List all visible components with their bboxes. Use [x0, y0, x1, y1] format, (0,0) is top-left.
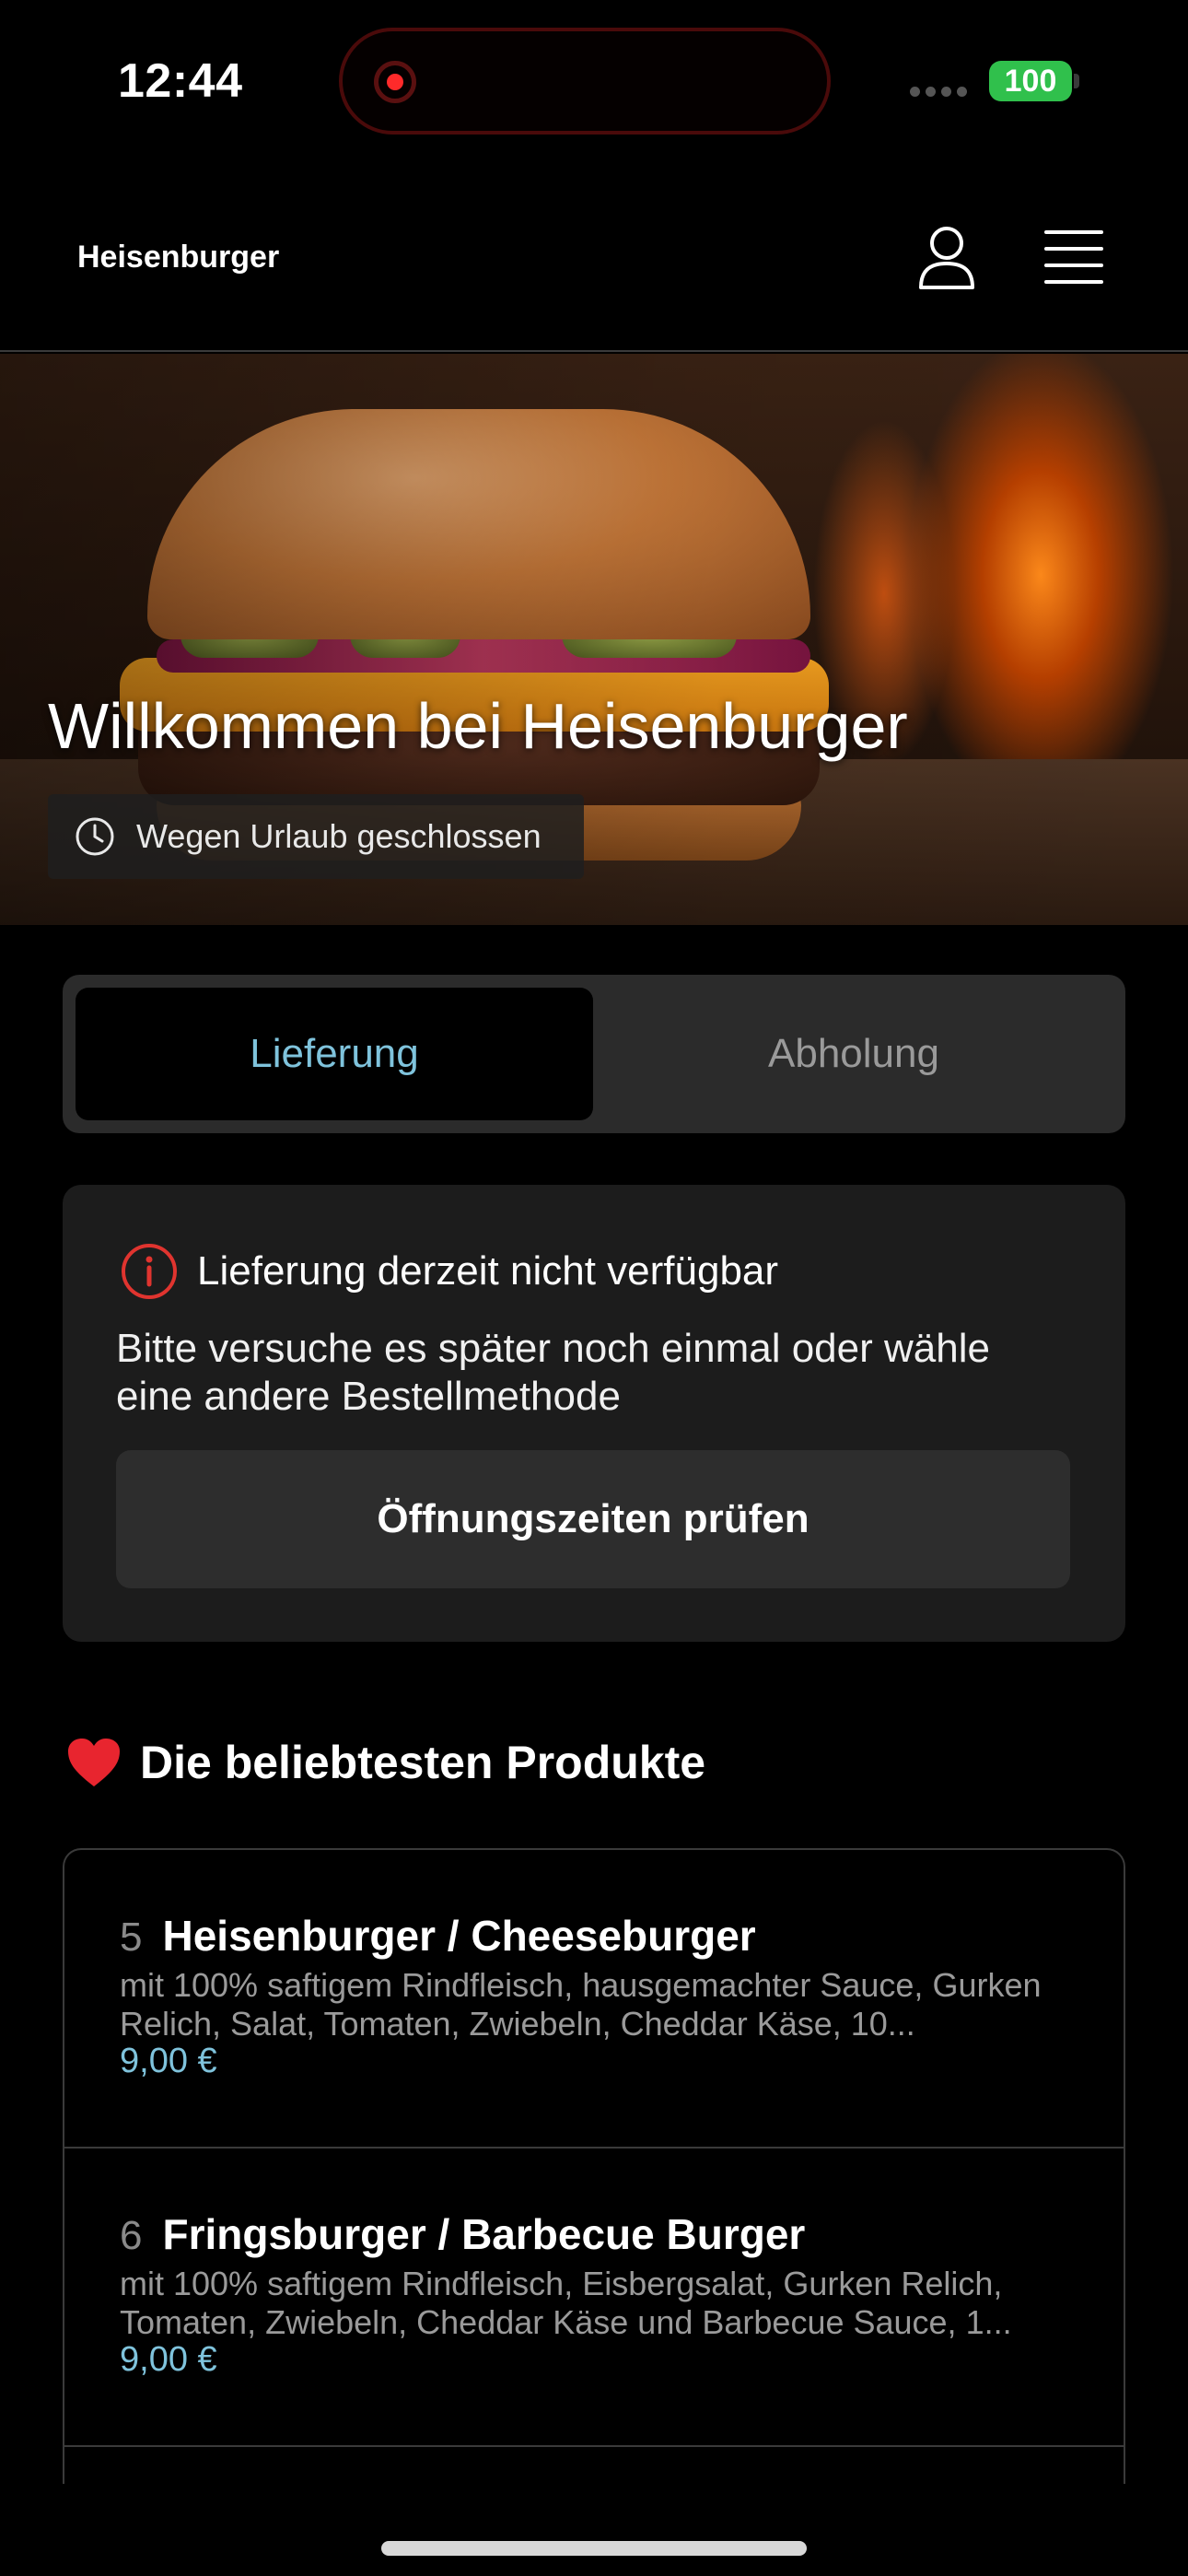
hero-title: Willkommen bei Heisenburger — [48, 690, 908, 762]
order-mode-toggle: Lieferung Abholung — [63, 975, 1125, 1133]
menu-icon[interactable] — [1044, 230, 1103, 284]
info-icon — [122, 1244, 177, 1299]
heart-icon — [68, 1739, 120, 1786]
product-number: 6 — [120, 2213, 143, 2258]
product-price: 9,00 € — [120, 2042, 217, 2080]
product-header: 5 Heisenburger / Cheeseburger — [120, 1911, 756, 1961]
notice-title: Lieferung derzeit nicht verfügbar — [197, 1248, 779, 1294]
popular-section-heading: Die beliebtesten Produkte — [66, 1736, 705, 1789]
product-item[interactable]: 6 Fringsburger / Barbecue Burger mit 100… — [64, 2149, 1124, 2447]
product-header: 6 Fringsburger / Barbecue Burger — [120, 2209, 805, 2259]
tab-abholung[interactable]: Abholung — [595, 988, 1112, 1120]
hero-banner: Willkommen bei Heisenburger Wegen Urlaub… — [0, 354, 1188, 925]
battery-icon: 100 — [989, 61, 1072, 101]
status-badge-label: Wegen Urlaub geschlossen — [136, 817, 542, 855]
product-number: 5 — [120, 1914, 143, 1960]
product-item[interactable]: 5 Heisenburger / Cheeseburger mit 100% s… — [64, 1850, 1124, 2149]
recording-icon — [374, 61, 416, 103]
status-bar: 12:44 100 — [0, 0, 1188, 166]
tab-lieferung[interactable]: Lieferung — [76, 988, 593, 1120]
brand-name[interactable]: Heisenburger — [77, 240, 279, 275]
status-badge: Wegen Urlaub geschlossen — [48, 794, 584, 879]
app-header: Heisenburger — [0, 166, 1188, 352]
popular-section-title: Die beliebtesten Produkte — [140, 1737, 706, 1788]
delivery-unavailable-card: Lieferung derzeit nicht verfügbar Bitte … — [63, 1185, 1125, 1642]
signal-icon — [910, 87, 967, 97]
battery-tip — [1074, 74, 1079, 88]
product-description: mit 100% saftigem Rindfleisch, Eisbergsa… — [120, 2265, 1012, 2341]
check-hours-button[interactable]: Öffnungszeiten prüfen — [116, 1450, 1070, 1588]
user-icon[interactable] — [917, 223, 976, 291]
home-indicator[interactable] — [381, 2541, 807, 2556]
clock-icon — [76, 817, 114, 856]
status-time: 12:44 — [118, 54, 243, 108]
dynamic-island[interactable] — [339, 28, 831, 135]
product-price: 9,00 € — [120, 2340, 217, 2379]
notice-header: Lieferung derzeit nicht verfügbar — [120, 1242, 778, 1301]
notice-text: Bitte versuche es später noch einmal ode… — [116, 1326, 990, 1419]
product-name: Heisenburger / Cheeseburger — [162, 1912, 756, 1960]
product-name: Fringsburger / Barbecue Burger — [162, 2210, 806, 2258]
product-description: mit 100% saftigem Rindfleisch, hausgemac… — [120, 1966, 1042, 2043]
product-list: 5 Heisenburger / Cheeseburger mit 100% s… — [63, 1848, 1125, 2484]
